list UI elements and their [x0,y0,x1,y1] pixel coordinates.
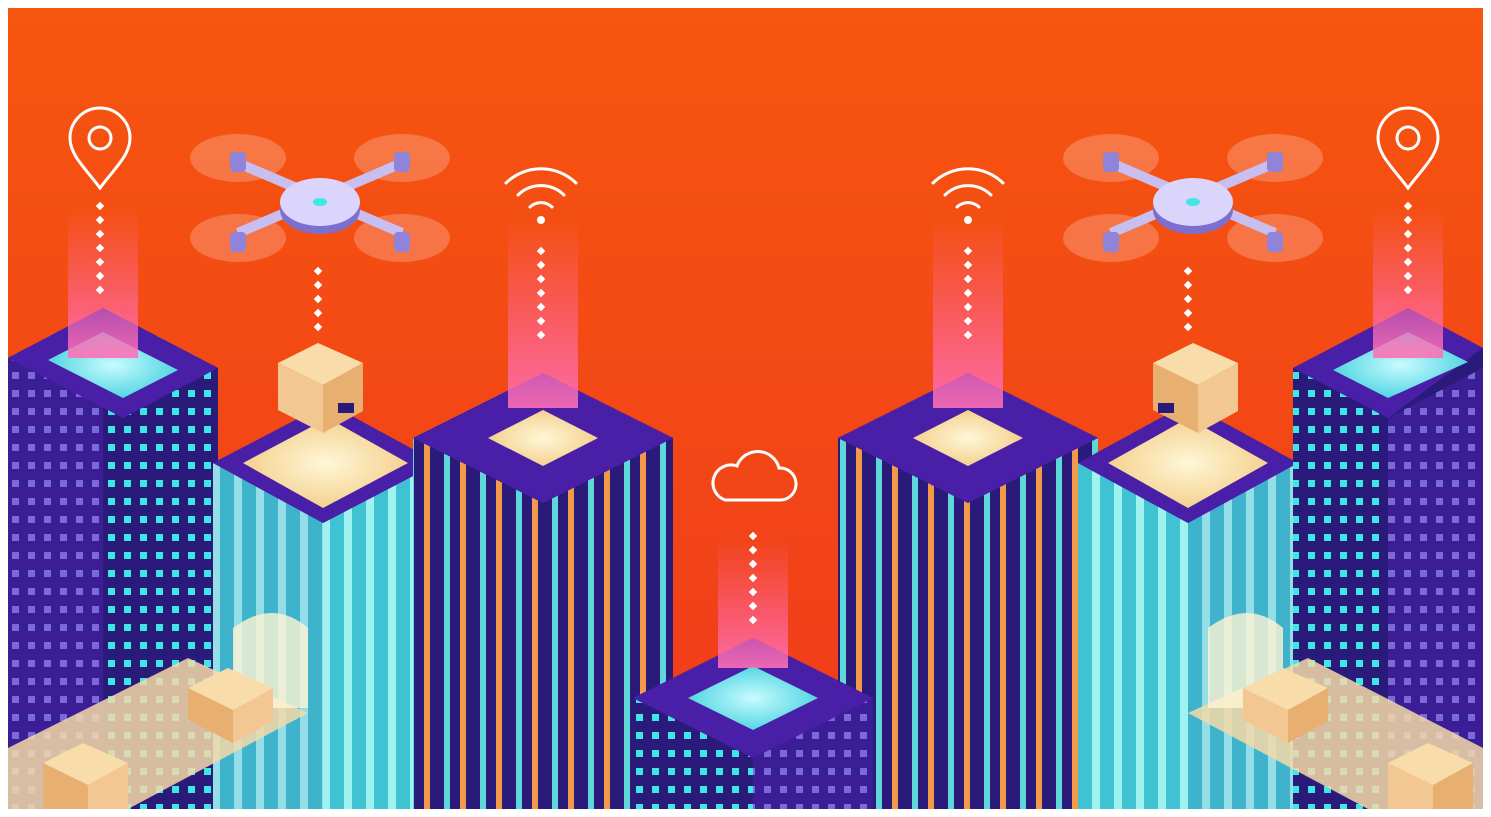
isometric-city-illustration [8,8,1483,809]
left-glass-tower [213,403,438,809]
illustration [8,8,1483,809]
right-striped-tower [838,373,1098,809]
